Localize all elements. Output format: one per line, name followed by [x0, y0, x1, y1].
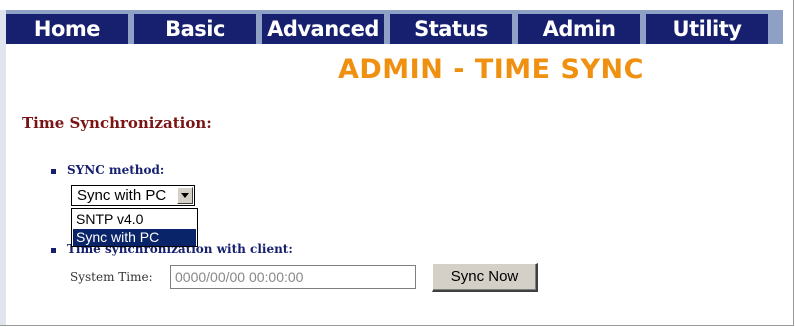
nav-tab-admin[interactable]: Admin: [518, 14, 640, 44]
nav-tab-advanced[interactable]: Advanced: [262, 14, 384, 44]
nav-tab-status[interactable]: Status: [390, 14, 512, 44]
top-navigation-bar: Home Basic Advanced Status Admin Utility: [6, 10, 783, 44]
sync-method-selected-value: Sync with PC: [77, 187, 167, 204]
system-time-label: System Time:: [70, 270, 153, 284]
section-heading: Time Synchronization:: [22, 114, 212, 132]
sync-now-button[interactable]: Sync Now: [432, 263, 538, 292]
system-time-input[interactable]: [170, 265, 416, 289]
sync-method-dropdown-list: SNTP v4.0 Sync with PC: [71, 208, 198, 247]
nav-tab-utility[interactable]: Utility: [646, 14, 768, 44]
square-bullet-icon: [51, 169, 56, 174]
sync-method-label: SYNC method:: [67, 163, 165, 177]
dropdown-option-sntp[interactable]: SNTP v4.0: [73, 211, 196, 228]
dropdown-option-sync-with-pc[interactable]: Sync with PC: [73, 229, 196, 246]
nav-tab-basic[interactable]: Basic: [134, 14, 256, 44]
left-border-strip: [0, 10, 6, 325]
chevron-down-icon[interactable]: [177, 187, 193, 204]
sync-method-select[interactable]: Sync with PC: [71, 185, 195, 206]
page-title: ADMIN - TIME SYNC: [338, 54, 644, 85]
square-bullet-icon: [51, 248, 56, 253]
nav-tab-home[interactable]: Home: [6, 14, 128, 44]
